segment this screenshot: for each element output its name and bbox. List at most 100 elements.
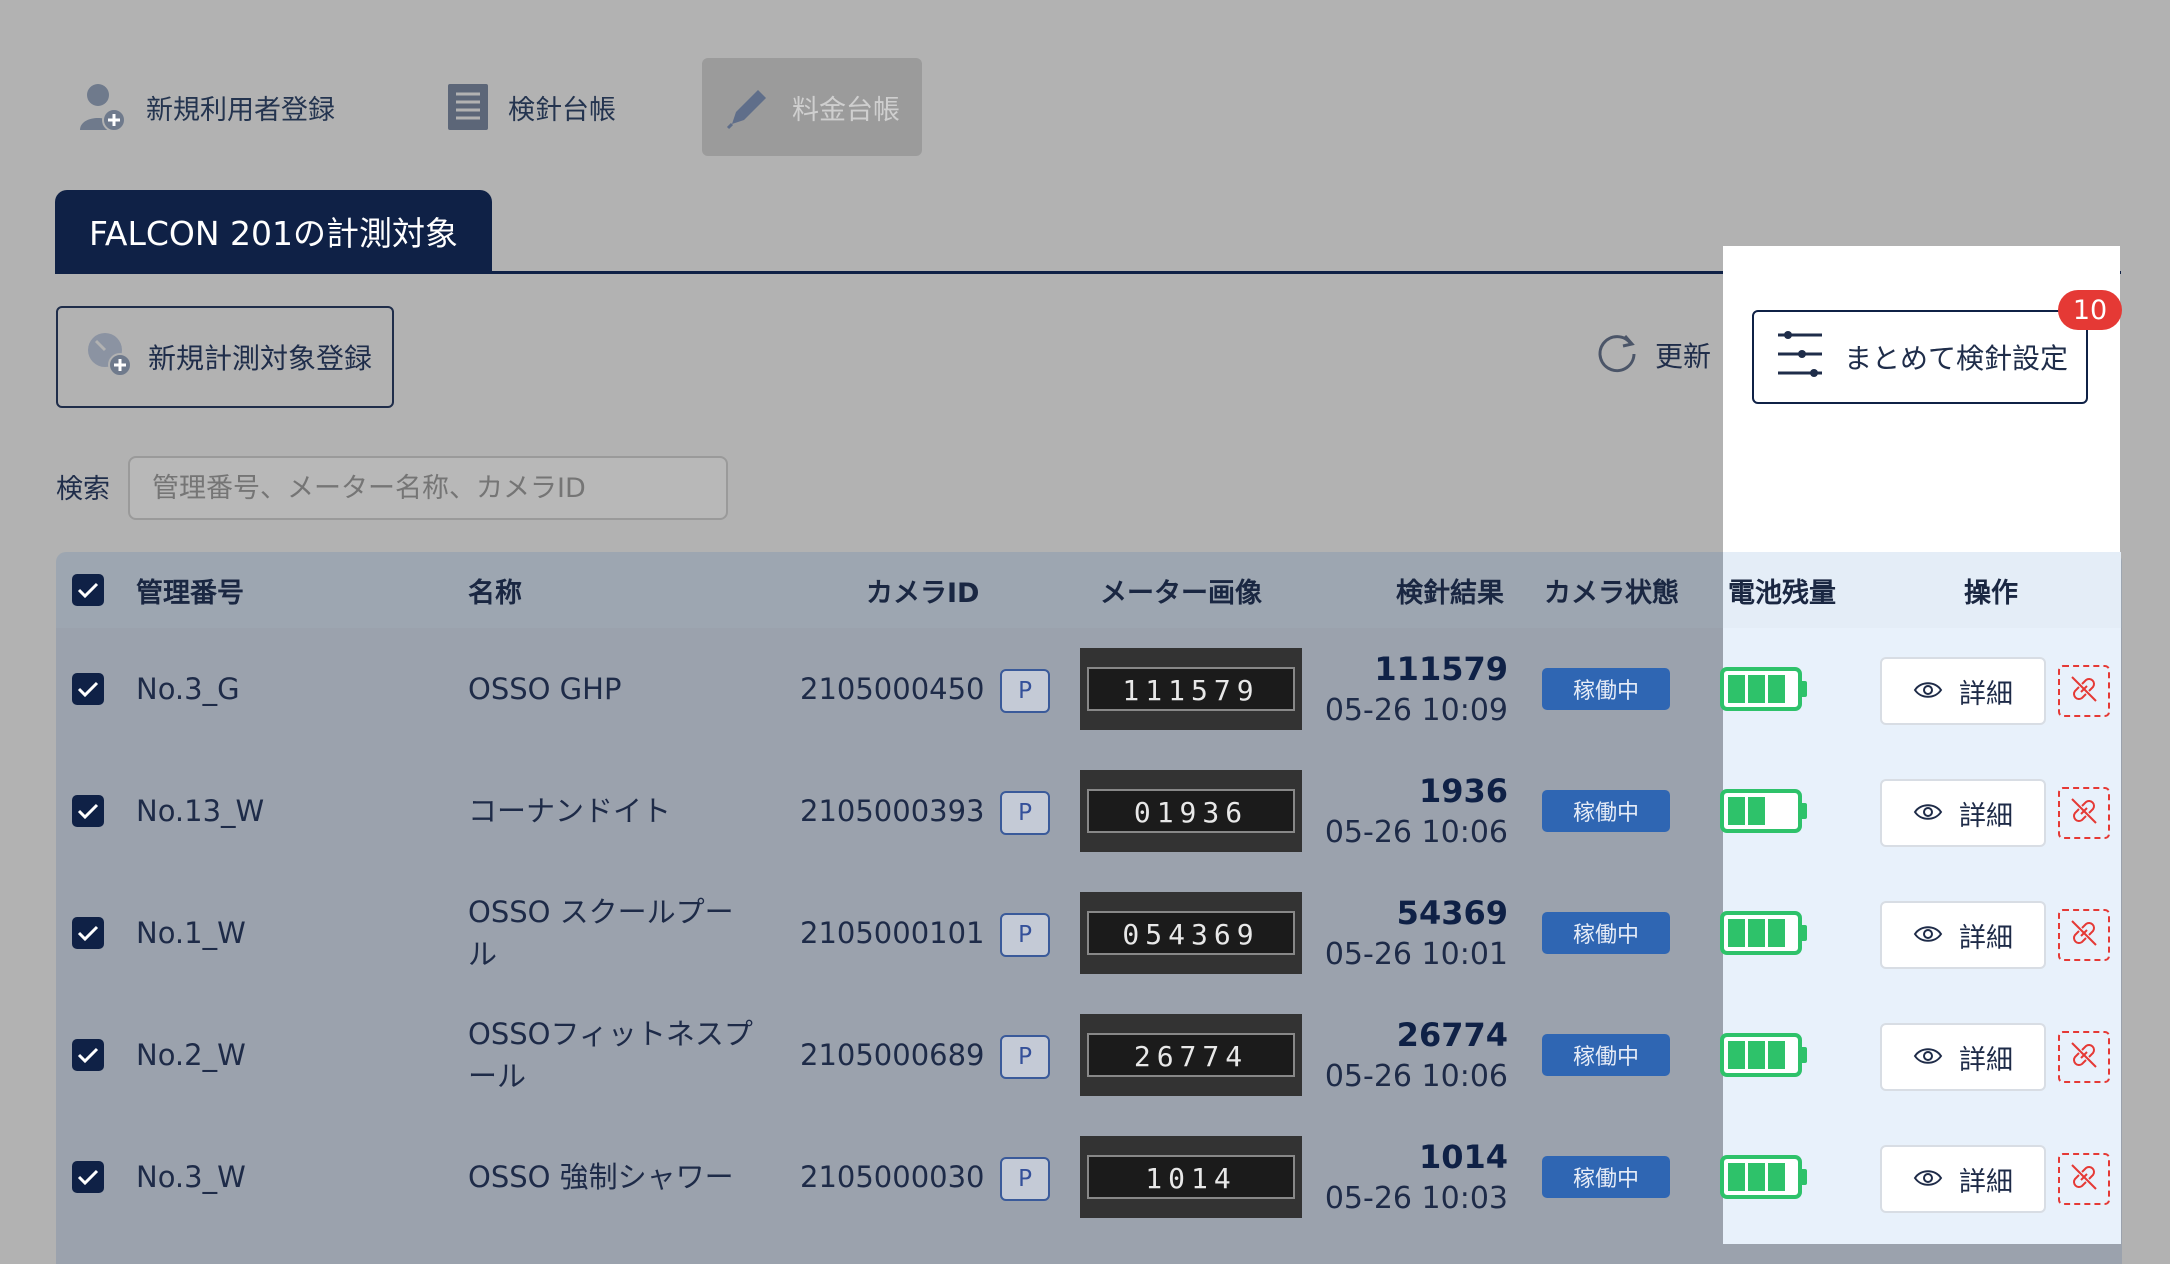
unlink-icon xyxy=(2068,673,2100,709)
refresh-label: 更新 xyxy=(1655,340,1712,373)
header-camera-id[interactable]: カメラID xyxy=(866,552,979,628)
nav-meter-ledger[interactable]: 検針台帳 xyxy=(446,58,616,156)
reading-result: 1014 05-26 10:03 xyxy=(1308,1135,1508,1219)
eye-icon xyxy=(1913,920,1943,951)
row-id: No.2_W xyxy=(136,1038,246,1072)
bulk-reading-settings-button[interactable]: まとめて検針設定 xyxy=(1752,310,2088,404)
status-badge: 稼働中 xyxy=(1542,668,1670,710)
row-checkbox[interactable] xyxy=(72,1161,104,1193)
p-button[interactable]: P xyxy=(1000,1035,1050,1079)
row-name: OSSO スクールプール xyxy=(468,895,734,971)
p-button[interactable]: P xyxy=(1000,669,1050,713)
reading-time: 05-26 10:06 xyxy=(1324,815,1508,850)
nav-meter-ledger-label: 検針台帳 xyxy=(508,94,616,126)
detail-button[interactable]: 詳細 xyxy=(1880,1023,2046,1091)
reading-value: 111579 xyxy=(1374,650,1508,688)
ledger-icon xyxy=(446,82,490,132)
reading-result: 26774 05-26 10:06 xyxy=(1308,1013,1508,1097)
nav-fee-ledger-label: 料金台帳 xyxy=(792,94,900,126)
battery-icon xyxy=(1720,911,1810,959)
detail-button[interactable]: 詳細 xyxy=(1880,657,2046,725)
tab-label: FALCON 201の計測対象 xyxy=(88,214,459,253)
detail-label: 詳細 xyxy=(1959,922,2013,954)
refresh-icon xyxy=(1595,330,1639,381)
row-name: コーナンドイト xyxy=(468,794,672,828)
status-badge: 稼働中 xyxy=(1542,790,1670,832)
header-battery[interactable]: 電池残量 xyxy=(1728,552,1836,628)
unlink-button[interactable] xyxy=(2058,1031,2110,1083)
row-camera-id: 2105000689 xyxy=(800,1038,985,1072)
status-badge: 稼働中 xyxy=(1542,1156,1670,1198)
meter-image[interactable]: 1014 xyxy=(1080,1136,1302,1218)
unlink-button[interactable] xyxy=(2058,909,2110,961)
detail-button[interactable]: 詳細 xyxy=(1880,901,2046,969)
unlink-button[interactable] xyxy=(2058,787,2110,839)
row-checkbox[interactable] xyxy=(72,917,104,949)
reading-time: 05-26 10:01 xyxy=(1324,937,1508,972)
row-camera-id: 2105000101 xyxy=(800,916,985,950)
search-input[interactable] xyxy=(128,456,728,520)
header-camera-status[interactable]: カメラ状態 xyxy=(1544,552,1679,628)
row-checkbox[interactable] xyxy=(72,795,104,827)
detail-label: 詳細 xyxy=(1959,1044,2013,1076)
header-name[interactable]: 名称 xyxy=(468,552,522,628)
sliders-icon xyxy=(1776,329,1824,386)
header-id[interactable]: 管理番号 xyxy=(136,552,244,628)
header-meter-image: メーター画像 xyxy=(1100,577,1262,609)
selection-count-badge: 10 xyxy=(2058,290,2122,330)
row-id: No.3_W xyxy=(136,1160,246,1194)
row-id: No.13_W xyxy=(136,794,265,828)
select-all-checkbox[interactable] xyxy=(72,574,104,606)
header-reading-result[interactable]: 検針結果 xyxy=(1396,552,1504,628)
unlink-button[interactable] xyxy=(2058,1153,2110,1205)
nav-fee-ledger[interactable]: 料金台帳 xyxy=(702,58,922,156)
detail-label: 詳細 xyxy=(1959,1166,2013,1198)
reading-result: 111579 05-26 10:09 xyxy=(1308,647,1508,731)
unlink-button[interactable] xyxy=(2058,665,2110,717)
detail-button[interactable]: 詳細 xyxy=(1880,1145,2046,1213)
register-target-button[interactable]: 新規計測対象登録 xyxy=(56,306,394,408)
reading-value: 1936 xyxy=(1418,772,1508,810)
header-operations: 操作 xyxy=(1964,577,2018,609)
meter-image[interactable]: 111579 xyxy=(1080,648,1302,730)
reading-value: 54369 xyxy=(1396,894,1508,932)
detail-button[interactable]: 詳細 xyxy=(1880,779,2046,847)
reading-result: 54369 05-26 10:01 xyxy=(1308,891,1508,975)
meter-image[interactable]: 054369 xyxy=(1080,892,1302,974)
p-button[interactable]: P xyxy=(1000,1157,1050,1201)
nav-new-user-label: 新規利用者登録 xyxy=(146,94,335,126)
meter-image[interactable]: 26774 xyxy=(1080,1014,1302,1096)
unlink-icon xyxy=(2068,1039,2100,1075)
battery-icon xyxy=(1720,1033,1810,1081)
eye-icon xyxy=(1913,1042,1943,1073)
row-name: OSSOフィットネスプール xyxy=(468,1017,753,1093)
row-camera-id: 2105000450 xyxy=(800,672,985,706)
status-badge: 稼働中 xyxy=(1542,1034,1670,1076)
nav-new-user[interactable]: 新規利用者登録 xyxy=(78,58,335,156)
meter-digits: 1014 xyxy=(1145,1162,1236,1195)
pencil-icon xyxy=(724,82,774,132)
p-button[interactable]: P xyxy=(1000,791,1050,835)
search-label: 検索 xyxy=(56,474,110,505)
p-button[interactable]: P xyxy=(1000,913,1050,957)
battery-icon xyxy=(1720,667,1810,715)
detail-label: 詳細 xyxy=(1959,800,2013,832)
row-camera-id: 2105000030 xyxy=(800,1160,985,1194)
meter-digits: 26774 xyxy=(1134,1040,1248,1073)
reading-time: 05-26 10:06 xyxy=(1324,1059,1508,1094)
eye-icon xyxy=(1913,1164,1943,1195)
row-checkbox[interactable] xyxy=(72,673,104,705)
meter-add-icon xyxy=(84,329,134,386)
status-badge: 稼働中 xyxy=(1542,912,1670,954)
register-target-label: 新規計測対象登録 xyxy=(148,342,373,375)
meter-digits: 01936 xyxy=(1134,796,1248,829)
row-name: OSSO GHP xyxy=(468,672,622,706)
refresh-button[interactable]: 更新 xyxy=(1595,330,1711,380)
unlink-icon xyxy=(2068,917,2100,953)
eye-icon xyxy=(1913,798,1943,829)
tab-measurement-targets[interactable]: FALCON 201の計測対象 xyxy=(55,190,492,272)
bulk-reading-settings-label: まとめて検針設定 xyxy=(1844,342,2069,375)
row-checkbox[interactable] xyxy=(72,1039,104,1071)
reading-time: 05-26 10:03 xyxy=(1324,1181,1508,1216)
meter-image[interactable]: 01936 xyxy=(1080,770,1302,852)
